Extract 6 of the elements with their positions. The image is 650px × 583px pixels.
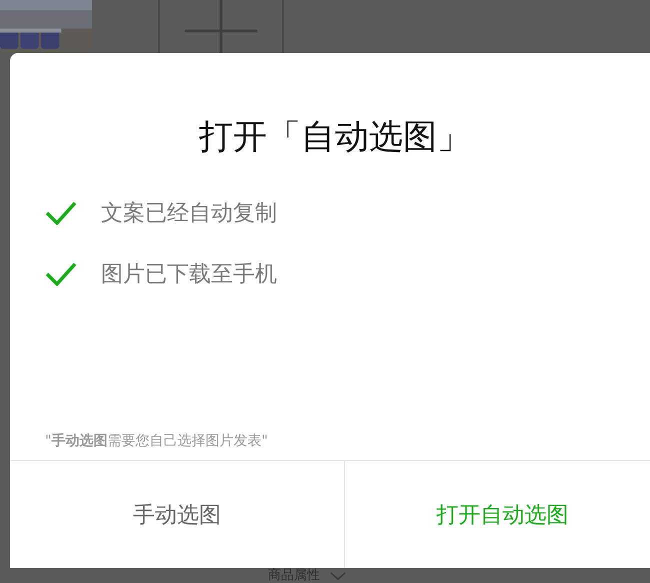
dialog-title: 打开「自动选图」	[198, 116, 472, 159]
chevron-down-icon[interactable]	[330, 572, 346, 580]
manual-button[interactable]: 手动选图	[10, 461, 345, 568]
item-label: 文案已经自动复制	[101, 200, 277, 228]
note-text: "手动选图需要您自己选择图片发表"	[45, 432, 269, 450]
item-label: 图片已下载至手机	[101, 260, 277, 288]
